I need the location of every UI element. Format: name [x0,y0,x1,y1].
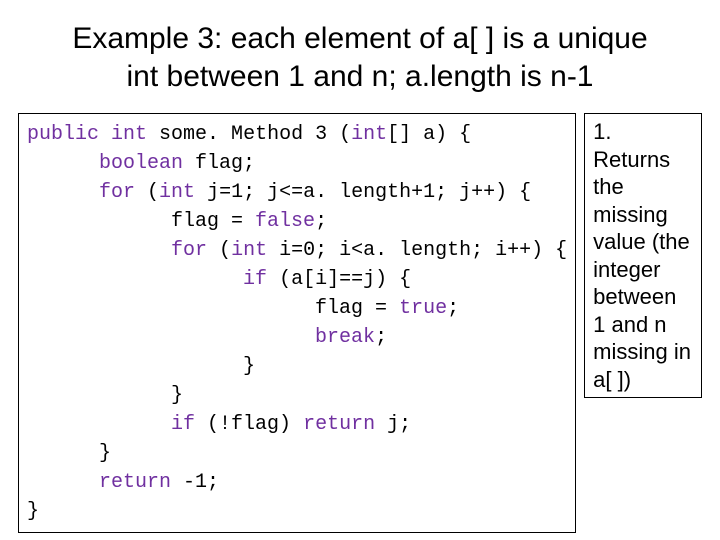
title-line-2: int between 1 and n; a.length is n-1 [127,60,594,93]
kw-if: if [171,413,195,436]
kw-for: for [99,181,135,204]
content-row: public int some. Method 3 (int[] a) { bo… [18,113,702,533]
kw-if: if [243,268,267,291]
note-text: 1. Returns the missing value (the intege… [593,119,691,392]
title-line-1: Example 3: each element of a[ ] is a uni… [72,22,647,55]
kw-int: int [159,181,195,204]
kw-int: int [111,123,147,146]
kw-break: break [315,326,375,349]
code-box: public int some. Method 3 (int[] a) { bo… [18,113,576,533]
kw-return: return [99,471,171,494]
slide-title: Example 3: each element of a[ ] is a uni… [18,20,702,95]
kw-return: return [303,413,375,436]
kw-int: int [231,239,267,262]
note-box: 1. Returns the missing value (the intege… [584,113,702,398]
kw-true: true [399,297,447,320]
kw-int: int [351,123,387,146]
kw-for: for [171,239,207,262]
kw-false: false [255,210,315,233]
kw-boolean: boolean [99,152,183,175]
kw-public: public [27,123,99,146]
